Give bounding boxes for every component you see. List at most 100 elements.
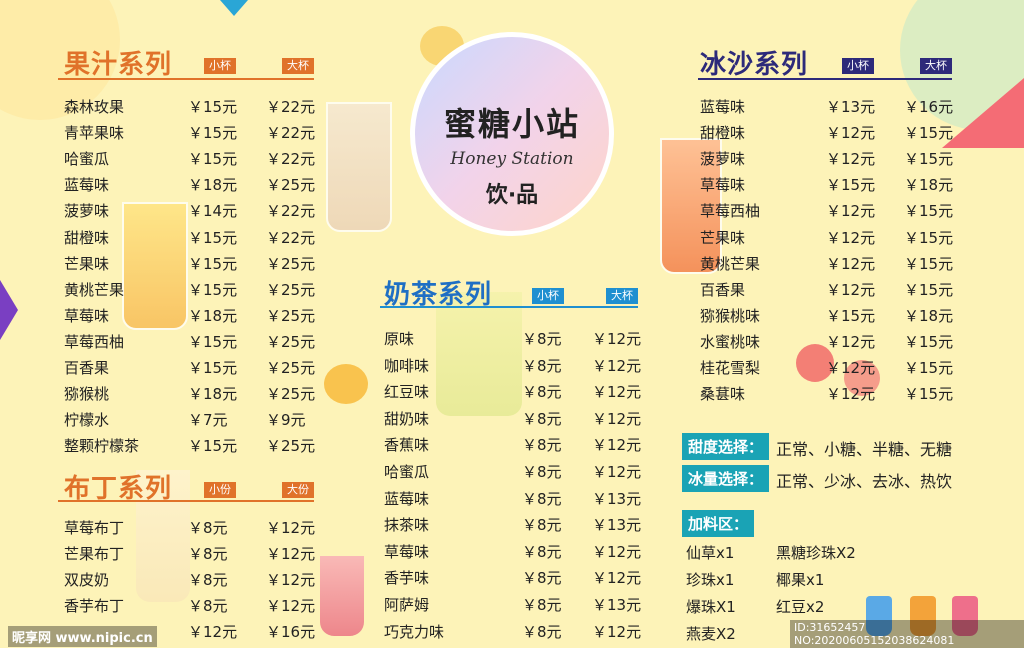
menu-item-name: 阿萨姆: [384, 596, 430, 614]
menu-item-name: 抹茶味: [384, 516, 430, 535]
menu-item-name: 猕猴桃味: [700, 306, 761, 325]
menu-item-price-small: ￥12元: [826, 150, 876, 169]
menu-item-price-large: ￥25元: [266, 254, 316, 273]
strawberry-cup-image: [320, 556, 364, 636]
menu-item-price-large: ￥22元: [266, 124, 316, 143]
juice-section-title: 果汁系列: [64, 50, 173, 80]
menu-item-price-large: ￥12元: [592, 542, 642, 561]
decor-triangle: [0, 280, 18, 340]
menu-item-price-large: ￥15元: [904, 150, 954, 169]
menu-item-name: 巧克力味: [384, 622, 445, 641]
decor-triangle: [942, 78, 1024, 148]
topping-item: 燕麦X2: [686, 625, 736, 643]
menu-item-price-large: ￥25元: [266, 176, 316, 195]
topping-item: 红豆x2: [776, 598, 825, 616]
menu-item-price-small: ￥15元: [188, 280, 238, 299]
menu-item-price-large: ￥16元: [904, 98, 954, 116]
brand-logo: 蜜糖小站 Honey Station 饮·品: [410, 32, 614, 236]
menu-item-price-large: ￥9元: [266, 411, 306, 430]
menu-item-price-small: ￥8元: [188, 545, 228, 564]
menu-item-price-small: ￥13元: [826, 98, 876, 116]
menu-item-name: 香芋布丁: [64, 597, 125, 616]
menu-item-price-large: ￥22元: [266, 98, 316, 116]
ice-options: 正常、少冰、去冰、热饮: [776, 472, 953, 491]
topping-item: 黑糖珍珠X2: [776, 544, 856, 562]
menu-item-name: 甜奶味: [384, 409, 430, 428]
menu-item-price-large: ￥12元: [266, 597, 316, 616]
menu-item-name: 原味: [384, 330, 415, 348]
menu-item-name: 芒果味: [700, 228, 746, 247]
menu-item-price-large: ￥12元: [592, 383, 642, 402]
menu-item-price-small: ￥8元: [522, 542, 562, 561]
menu-item-name: 甜橙味: [700, 124, 746, 143]
brand-name: 蜜糖小站: [443, 105, 580, 143]
pudding-divider: [58, 500, 314, 502]
menu-item-name: 咖啡味: [384, 356, 430, 375]
menu-item-price-large: ￥13元: [592, 489, 642, 508]
juice-size-large: 大杯: [282, 58, 314, 74]
menu-item-price-large: ￥15元: [904, 124, 954, 143]
menu-item-name: 红豆味: [384, 383, 430, 402]
menu-item-price-small: ￥15元: [188, 228, 238, 247]
menu-item-price-large: ￥12元: [266, 571, 316, 590]
smoothie-section-title: 冰沙系列: [700, 50, 809, 80]
menu-item-price-small: ￥15元: [188, 359, 238, 377]
menu-item-name: 桑葚味: [700, 385, 746, 404]
topping-item: 珍珠x1: [686, 571, 735, 589]
menu-item-name: 哈蜜瓜: [64, 150, 110, 169]
menu-item-name: 芒果布丁: [64, 545, 125, 564]
menu-item-name: 草莓味: [384, 542, 430, 561]
menu-item-price-small: ￥15元: [188, 150, 238, 169]
menu-item-price-small: ￥12元: [826, 385, 876, 404]
menu-item-price-large: ￥16元: [266, 623, 316, 642]
menu-item-price-large: ￥15元: [904, 332, 954, 351]
menu-item-price-small: ￥8元: [188, 597, 228, 616]
menu-item-price-small: ￥15元: [188, 124, 238, 143]
menu-item-price-small: ￥8元: [522, 356, 562, 375]
menu-item-price-large: ￥12元: [592, 409, 642, 428]
menu-item-price-large: ￥15元: [904, 385, 954, 404]
juice-size-small: 小杯: [204, 58, 236, 74]
menu-item-name: 甜橙味: [64, 228, 110, 247]
menu-item-price-small: ￥12元: [826, 332, 876, 351]
menu-item-price-large: ￥18元: [904, 176, 954, 195]
smoothie-size-small: 小杯: [842, 58, 874, 74]
menu-item-price-small: ￥8元: [522, 463, 562, 481]
menu-item-price-large: ￥12元: [592, 330, 642, 348]
menu-item-price-small: ￥12元: [826, 228, 876, 247]
menu-item-price-small: ￥8元: [522, 383, 562, 402]
menu-item-price-large: ￥12元: [266, 545, 316, 564]
menu-item-price-small: ￥15元: [188, 437, 238, 456]
menu-item-name: 青苹果味: [64, 124, 125, 143]
sweetness-options: 正常、小糖、半糖、无糖: [776, 440, 953, 459]
menu-item-name: 整颗柠檬茶: [64, 437, 140, 456]
menu-item-price-small: ￥8元: [188, 519, 228, 537]
milktea-divider: [380, 306, 638, 308]
pudding-size-large: 大份: [282, 482, 314, 498]
sweetness-label: 甜度选择：: [682, 433, 770, 460]
smoothie-divider: [698, 78, 952, 80]
menu-item-name: 草莓西柚: [64, 332, 125, 351]
menu-item-price-small: ￥8元: [522, 622, 562, 641]
pudding-size-small: 小份: [204, 482, 236, 498]
id-watermark: ID:31652457 NO:20200605152038624081: [790, 620, 1024, 648]
menu-item-name: 黄桃芒果: [700, 254, 761, 273]
decor-triangle: [220, 0, 248, 16]
menu-item-price-large: ￥12元: [592, 436, 642, 455]
menu-item-price-small: ￥15元: [188, 332, 238, 351]
menu-item-name: 草莓西柚: [700, 202, 761, 221]
menu-item-price-small: ￥8元: [522, 330, 562, 348]
brand-subtitle: 饮·品: [485, 183, 539, 208]
menu-item-name: 草莓味: [64, 306, 110, 325]
menu-item-price-large: ￥15元: [904, 254, 954, 273]
menu-item-price-large: ￥15元: [904, 228, 954, 247]
menu-item-price-large: ￥25元: [266, 385, 316, 404]
menu-item-price-large: ￥25元: [266, 280, 316, 299]
menu-item-price-small: ￥14元: [188, 202, 238, 221]
menu-item-price-large: ￥25元: [266, 437, 316, 456]
menu-item-name: 百香果: [700, 280, 746, 299]
menu-item-price-small: ￥8元: [522, 436, 562, 455]
menu-item-name: 蓝莓味: [384, 489, 430, 508]
menu-item-price-large: ￥15元: [904, 280, 954, 299]
menu-item-price-small: ￥15元: [826, 306, 876, 325]
